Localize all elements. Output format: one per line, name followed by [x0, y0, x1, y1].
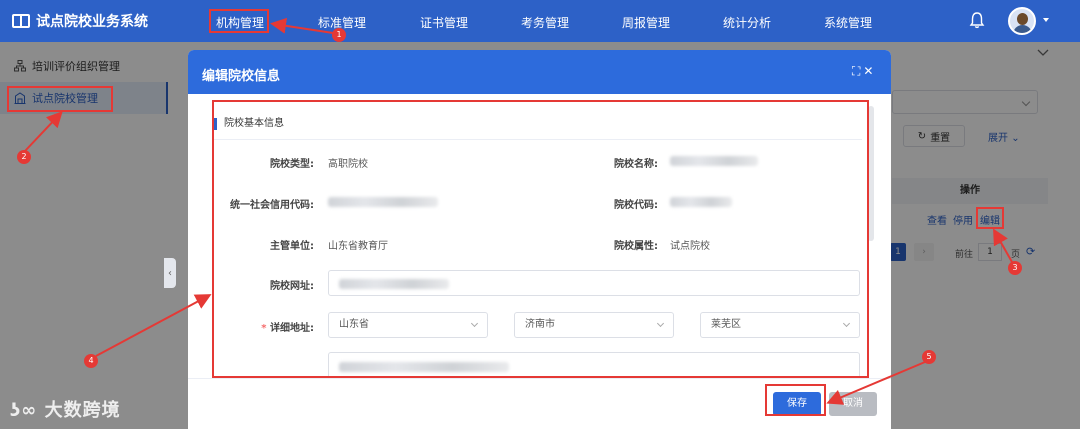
redacted-name — [670, 156, 758, 166]
city-value: 济南市 — [525, 319, 555, 330]
chevron-down-icon — [470, 319, 479, 328]
type-value: 高职院校 — [328, 159, 368, 170]
app-logo[interactable]: 试点院校业务系统 — [12, 11, 148, 31]
sidebar-collapse-handle[interactable]: ‹ — [164, 258, 176, 288]
province-select[interactable]: 山东省 — [328, 312, 488, 338]
user-avatar[interactable] — [1008, 7, 1036, 35]
name-label: 院校名称: — [614, 159, 658, 170]
dialog-tools: ⛶✕ — [852, 64, 876, 79]
chevron-down-icon — [842, 319, 851, 328]
district-select[interactable]: 莱芜区 — [700, 312, 860, 338]
cancel-button[interactable]: 取消 — [829, 392, 877, 416]
province-value: 山东省 — [339, 319, 369, 330]
code-label: 院校代码: — [614, 200, 658, 211]
chevron-down-icon[interactable] — [1043, 18, 1049, 22]
fullscreen-icon[interactable]: ⛶ — [852, 64, 863, 78]
close-icon[interactable]: ✕ — [863, 64, 876, 78]
annotation-badge: 1 — [332, 28, 346, 42]
annotation-badge: 2 — [17, 150, 31, 164]
top-navbar: 试点院校业务系统 机构管理 标准管理 证书管理 考务管理 周报管理 统计分析 系… — [0, 0, 1080, 42]
website-input[interactable] — [328, 270, 860, 296]
nav-exam-management[interactable]: 考务管理 — [521, 14, 569, 31]
city-select[interactable]: 济南市 — [514, 312, 674, 338]
dialog-footer: 保存 取消 — [188, 378, 891, 429]
nav-certificate-management[interactable]: 证书管理 — [420, 14, 468, 31]
annotation-badge: 5 — [922, 350, 936, 364]
dialog-title: 编辑院校信息 — [202, 69, 281, 84]
watermark-logo-icon: ʖ∞ — [10, 400, 38, 421]
redacted-website — [339, 279, 449, 289]
app-title: 试点院校业务系统 — [36, 14, 148, 30]
book-icon — [12, 14, 30, 28]
redacted-code — [670, 197, 732, 207]
nav-system-management[interactable]: 系统管理 — [824, 14, 872, 31]
watermark: ʖ∞ 大数跨境 — [10, 396, 121, 422]
nav-org-management[interactable]: 机构管理 — [216, 14, 264, 31]
address-label-text: 详细地址: — [270, 323, 314, 334]
redacted-credit-code — [328, 197, 438, 207]
dialog-body: 院校基本信息 院校类型: 高职院校 院校名称: 统一社会信用代码: 院校代码: … — [214, 106, 862, 376]
chevron-down-icon — [656, 319, 665, 328]
annotation-badge: 4 — [84, 354, 98, 368]
section-title: 院校基本信息 — [214, 114, 862, 140]
attr-label: 院校属性: — [614, 241, 658, 252]
authority-label: 主管单位: — [270, 241, 314, 252]
address-label: * 详细地址: — [214, 319, 314, 334]
bell-icon[interactable] — [968, 11, 986, 29]
street-address-input[interactable] — [328, 352, 860, 376]
dialog-scrollbar[interactable] — [868, 106, 874, 241]
credit-code-label: 统一社会信用代码: — [230, 200, 314, 211]
attr-value: 试点院校 — [670, 241, 710, 252]
edit-school-dialog: 编辑院校信息 ⛶✕ 院校基本信息 院校类型: 高职院校 院校名称: 统一社会信用… — [188, 50, 891, 429]
district-value: 莱芜区 — [711, 319, 741, 330]
nav-weekly-report[interactable]: 周报管理 — [622, 14, 670, 31]
save-button[interactable]: 保存 — [773, 392, 821, 416]
authority-value: 山东省教育厅 — [328, 241, 388, 252]
watermark-text: 大数跨境 — [44, 400, 121, 421]
website-label: 院校网址: — [270, 281, 314, 292]
annotation-badge: 3 — [1008, 261, 1022, 275]
type-label: 院校类型: — [270, 159, 314, 170]
required-mark: * — [261, 323, 267, 334]
dialog-header: 编辑院校信息 ⛶✕ — [188, 50, 891, 94]
nav-statistics[interactable]: 统计分析 — [723, 14, 771, 31]
redacted-street-address — [339, 362, 509, 372]
